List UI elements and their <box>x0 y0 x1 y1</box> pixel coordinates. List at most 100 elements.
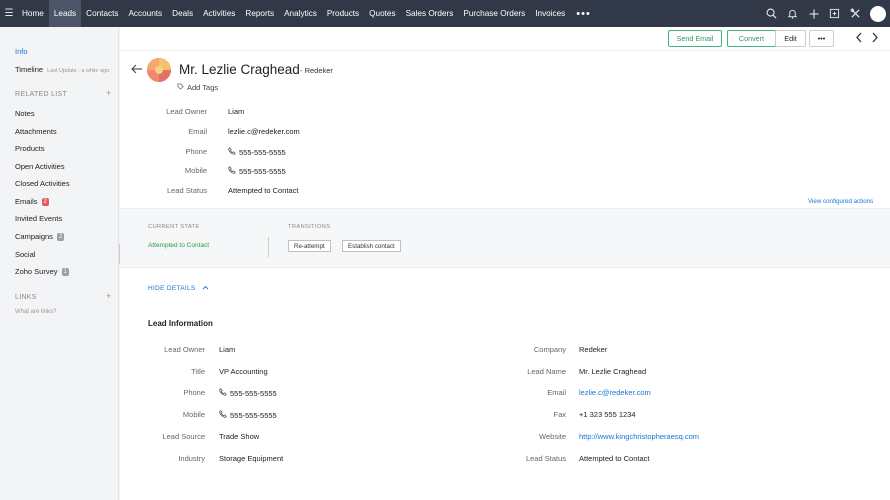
bell-icon[interactable] <box>782 0 803 27</box>
summary-phone-value[interactable]: 555-555-5555 <box>228 147 286 157</box>
tab-leads[interactable]: Leads <box>48 0 82 27</box>
tab-deals[interactable]: Deals <box>167 0 198 27</box>
tab-quotes[interactable]: Quotes <box>364 0 400 27</box>
tab-home[interactable]: Home <box>17 0 49 27</box>
summary-lead-owner-value: Liam <box>228 107 244 116</box>
establish-contact-button[interactable]: Establish contact <box>342 240 401 252</box>
plus-icon[interactable] <box>803 0 824 27</box>
add-tags-link[interactable]: Add Tags <box>177 83 218 92</box>
links-heading: LINKS <box>15 294 37 301</box>
detail-lead-name-value: Mr. Lezlie Craghead <box>579 367 646 376</box>
hide-details-label: HIDE DETAILS <box>148 285 196 292</box>
detail-website-label: Website <box>539 432 566 441</box>
convert-button[interactable]: Convert <box>727 30 776 47</box>
detail-fax-text: +1 323 555 1234 <box>579 410 636 419</box>
current-state-value: Attempted to Contact <box>148 242 210 249</box>
view-configured-actions-link[interactable]: View configured actions <box>808 198 873 205</box>
summary-mobile-value[interactable]: 555-555-5555 <box>228 166 286 176</box>
sidebar-item-info[interactable]: Info <box>15 47 28 56</box>
previous-record-chevron-icon[interactable] <box>855 32 863 46</box>
sidebar-item-label: Closed Activities <box>15 179 70 188</box>
detail-lead-name-text: Mr. Lezlie Craghead <box>579 367 647 376</box>
blueprint-divider <box>268 237 269 257</box>
back-arrow-icon[interactable] <box>131 64 143 77</box>
tab-invoices[interactable]: Invoices <box>530 0 570 27</box>
detail-title-text: VP Accounting <box>219 367 268 376</box>
add-link-plus-icon[interactable]: + <box>106 291 111 301</box>
sidebar-item-label: Social <box>15 250 36 259</box>
current-state-heading: CURRENT STATE <box>148 224 200 230</box>
detail-mobile-label: Mobile <box>182 410 205 419</box>
sidebar-item-products[interactable]: Products <box>15 144 45 153</box>
hide-details-toggle[interactable]: HIDE DETAILS <box>148 285 209 292</box>
phone-icon <box>219 410 227 420</box>
re-attempt-button[interactable]: Re-attempt <box>288 240 331 252</box>
send-email-button[interactable]: Send Email <box>668 30 722 47</box>
detail-website-text: http://www.kingchristopheraesq.com <box>579 432 700 441</box>
detail-lead-owner-value: Liam <box>219 345 235 354</box>
lead-name-heading: Mr. Lezlie Craghead <box>179 62 300 77</box>
sidebar-item-invited-events[interactable]: Invited Events <box>15 214 62 223</box>
add-tags-label: Add Tags <box>187 83 219 92</box>
user-avatar[interactable] <box>870 5 886 22</box>
more-actions-button[interactable]: ••• <box>809 30 834 47</box>
search-icon[interactable] <box>761 0 782 27</box>
sidebar-item-label: Products <box>15 144 45 153</box>
detail-lead-name-label: Lead Name <box>527 367 566 376</box>
summary-lead-status-label: Lead Status <box>166 186 207 195</box>
tab-purchase-orders[interactable]: Purchase Orders <box>458 0 530 27</box>
phone-icon <box>219 388 227 398</box>
summary-mobile-text: 555-555-5555 <box>239 167 286 176</box>
summary-lead-status-value: Attempted to Contact <box>228 186 298 195</box>
sidebar-item-label: Invited Events <box>15 214 63 223</box>
detail-title-label: Title <box>191 367 205 376</box>
sidebar-item-zoho-survey[interactable]: Zoho Survey 1 <box>15 267 69 276</box>
module-tabs: Home Leads Contacts Accounts Deals Activities… <box>17 0 570 27</box>
tab-analytics[interactable]: Analytics <box>279 0 322 27</box>
menu-icon[interactable]: ☰ <box>1 8 17 19</box>
sidebar-item-open-activities[interactable]: Open Activities <box>15 162 65 171</box>
detail-lead-source-text: Trade Show <box>219 432 260 441</box>
sidebar-item-social[interactable]: Social <box>15 250 35 259</box>
tab-contacts[interactable]: Contacts <box>81 0 123 27</box>
detail-mobile-value[interactable]: 555-555-5555 <box>219 410 277 420</box>
blueprint-panel: CURRENT STATE Attempted to Contact TRANS… <box>120 208 890 268</box>
detail-industry-value: Storage Equipment <box>219 454 283 463</box>
more-modules-button[interactable]: ••• <box>570 8 597 20</box>
sidebar-item-closed-activities[interactable]: Closed Activities <box>15 179 70 188</box>
what-are-links-link[interactable]: What are links? <box>15 309 56 315</box>
calendar-icon[interactable] <box>824 0 845 27</box>
next-record-chevron-icon[interactable] <box>871 32 879 46</box>
detail-email-value[interactable]: lezlie.c@redeker.com <box>579 388 651 397</box>
edit-button[interactable]: Edit <box>775 30 806 47</box>
sidebar-item-notes[interactable]: Notes <box>15 109 35 118</box>
tab-reports[interactable]: Reports <box>240 0 279 27</box>
timeline-label: Timeline <box>15 65 44 74</box>
detail-fax-value: +1 323 555 1234 <box>579 410 636 419</box>
transitions-heading: TRANSITIONS <box>288 224 331 230</box>
detail-phone-text: 555-555-5555 <box>230 389 277 398</box>
sidebar-item-attachments[interactable]: Attachments <box>15 127 57 136</box>
detail-website-value[interactable]: http://www.kingchristopheraesq.com <box>579 432 699 441</box>
detail-email-text: lezlie.c@redeker.com <box>579 388 651 397</box>
detail-fax-label: Fax <box>553 410 566 419</box>
detail-industry-label: Industry <box>178 454 205 463</box>
detail-company-value: Redeker <box>579 345 607 354</box>
count-badge: 2 <box>41 198 49 206</box>
detail-lead-status-value: Attempted to Contact <box>579 454 649 463</box>
tab-products[interactable]: Products <box>322 0 364 27</box>
sidebar-item-emails[interactable]: Emails 2 <box>15 197 49 206</box>
tab-activities[interactable]: Activities <box>198 0 240 27</box>
sidebar-item-timeline[interactable]: Timeline Last Update : a while ago <box>15 65 109 74</box>
detail-phone-value[interactable]: 555-555-5555 <box>219 388 277 398</box>
add-related-plus-icon[interactable]: + <box>106 88 111 98</box>
chevron-up-icon <box>202 285 209 292</box>
detail-company-text: Redeker <box>579 345 608 354</box>
count-badge: 1 <box>61 268 69 276</box>
sidebar-item-campaigns[interactable]: Campaigns 2 <box>15 232 65 241</box>
tab-accounts[interactable]: Accounts <box>123 0 167 27</box>
detail-lead-status-label: Lead Status <box>525 454 566 463</box>
tools-icon[interactable] <box>845 0 866 27</box>
summary-email-text: lezlie.c@redeker.com <box>228 127 300 136</box>
tab-sales-orders[interactable]: Sales Orders <box>401 0 459 27</box>
